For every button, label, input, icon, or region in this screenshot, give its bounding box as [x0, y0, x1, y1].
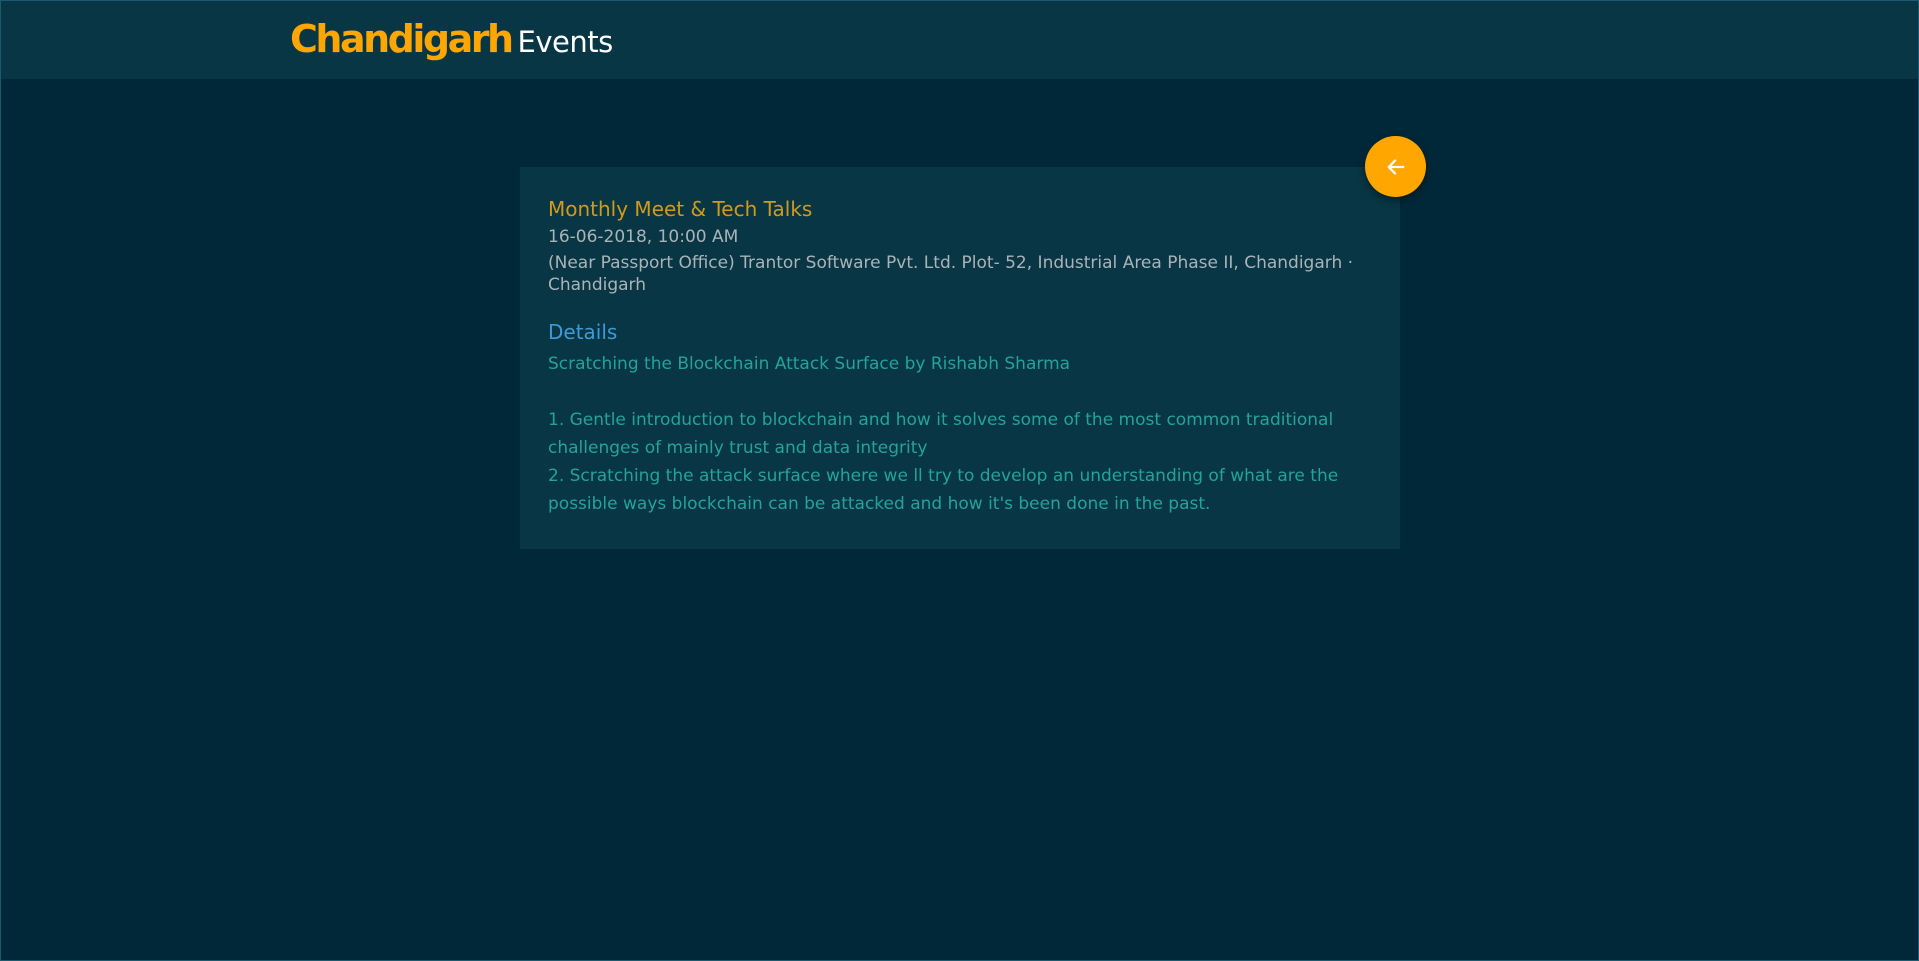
back-button[interactable] [1365, 136, 1426, 197]
top-header: Chandigarh Events [1, 1, 1918, 79]
event-title: Monthly Meet & Tech Talks [548, 197, 813, 221]
brand-suffix: Events [517, 25, 614, 59]
event-card: Monthly Meet & Tech Talks 16-06-2018, 10… [520, 167, 1400, 549]
app-window: Chandigarh Events Monthly Meet & Tech Ta… [0, 0, 1919, 961]
brand-name: Chandigarh [290, 17, 514, 61]
arrow-left-icon [1387, 158, 1404, 175]
event-location: (Near Passport Office) Trantor Software … [548, 253, 1354, 295]
details-point-2: 2. Scratching the attack surface where w… [548, 466, 1339, 514]
talk-title: Scratching the Blockchain Attack Surface… [548, 354, 1071, 374]
details-body: Scratching the Blockchain Attack Surface… [548, 350, 1348, 518]
details-point-1: 1. Gentle introduction to blockchain and… [548, 410, 1334, 458]
brand-logo[interactable]: Chandigarh Events [290, 17, 613, 61]
details-spacer [548, 378, 1348, 406]
details-heading: Details [548, 320, 618, 344]
event-datetime: 16-06-2018, 10:00 AM [548, 227, 739, 247]
